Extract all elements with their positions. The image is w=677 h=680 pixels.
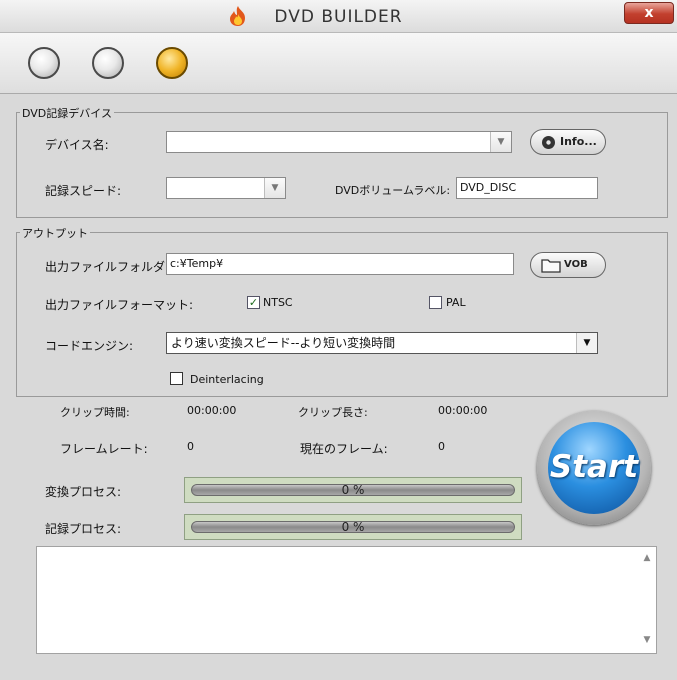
close-button[interactable]: x xyxy=(624,2,674,24)
vob-button[interactable]: VOB xyxy=(530,252,606,278)
clip-length-value: 00:00:00 xyxy=(438,404,488,417)
output-folder-input[interactable]: c:¥Temp¥ xyxy=(166,253,514,275)
log-scrollbar[interactable]: ▲ ▼ xyxy=(638,547,656,653)
folder-icon xyxy=(541,259,561,273)
pal-checkbox[interactable] xyxy=(429,296,442,309)
title-bar: DVD BUILDER x xyxy=(0,0,677,33)
deinterlacing-checkbox[interactable] xyxy=(170,372,183,385)
volume-label-input[interactable]: DVD_DISC xyxy=(456,177,598,199)
pal-label: PAL xyxy=(446,296,466,309)
ntsc-label: NTSC xyxy=(263,296,293,309)
convert-progress-bar: 0 % xyxy=(184,477,522,503)
step-1-button[interactable] xyxy=(28,47,60,79)
clip-time-value: 00:00:00 xyxy=(187,404,237,417)
dvd-device-group xyxy=(16,112,668,218)
vob-button-label: VOB xyxy=(564,259,588,270)
step-2-button[interactable] xyxy=(92,47,124,79)
current-frame-label: 現在のフレーム: xyxy=(300,442,388,456)
dropdown-arrow-icon[interactable]: ▼ xyxy=(490,132,511,152)
code-engine-select[interactable]: より速い変換スピード--より短い変換時間 ▼ xyxy=(166,332,598,354)
checkmark-icon: ✓ xyxy=(248,296,259,309)
clip-time-label: クリップ時間: xyxy=(60,406,130,419)
log-textarea[interactable]: ▲ ▼ xyxy=(36,546,657,654)
current-frame-value: 0 xyxy=(438,440,445,453)
toolbar xyxy=(0,33,677,94)
output-format-label: 出力ファイルフォーマット: xyxy=(45,298,194,312)
device-name-select[interactable]: ▼ xyxy=(166,131,512,153)
record-progress-bar: 0 % xyxy=(184,514,522,540)
disc-icon xyxy=(542,136,555,149)
record-speed-select[interactable]: ▼ xyxy=(166,177,286,199)
ntsc-checkbox[interactable]: ✓ xyxy=(247,296,260,309)
record-speed-label: 記録スピード: xyxy=(45,184,122,198)
window-title: DVD BUILDER xyxy=(274,7,403,27)
device-name-label: デバイス名: xyxy=(45,138,109,152)
info-button-label: Info... xyxy=(560,135,597,148)
record-process-label: 記録プロセス: xyxy=(45,522,122,536)
close-icon: x xyxy=(644,5,654,21)
code-engine-label: コードエンジン: xyxy=(45,339,134,353)
frame-rate-label: フレームレート: xyxy=(60,442,148,456)
convert-process-label: 変換プロセス: xyxy=(45,485,122,499)
start-button[interactable]: Start xyxy=(548,422,640,514)
info-button[interactable]: Info... xyxy=(530,129,606,155)
convert-progress-text: 0 % xyxy=(341,483,365,497)
dropdown-arrow-icon[interactable]: ▼ xyxy=(576,333,597,353)
clip-length-label: クリップ長さ: xyxy=(298,406,368,419)
dvd-device-group-label: DVD記録デバイス xyxy=(20,105,114,121)
volume-label-label: DVDボリュームラベル: xyxy=(335,184,451,197)
step-3-button[interactable] xyxy=(156,47,188,79)
record-progress-text: 0 % xyxy=(341,520,365,534)
scroll-down-icon[interactable]: ▼ xyxy=(638,635,656,645)
dropdown-arrow-icon[interactable]: ▼ xyxy=(264,178,285,198)
scroll-up-icon[interactable]: ▲ xyxy=(638,553,656,563)
output-folder-label: 出力ファイルフォルダ: xyxy=(45,260,170,274)
frame-rate-value: 0 xyxy=(187,440,194,453)
code-engine-value: より速い変換スピード--より短い変換時間 xyxy=(171,336,396,350)
deinterlacing-label: Deinterlacing xyxy=(190,373,264,386)
output-group-label: アウトプット xyxy=(20,225,90,241)
